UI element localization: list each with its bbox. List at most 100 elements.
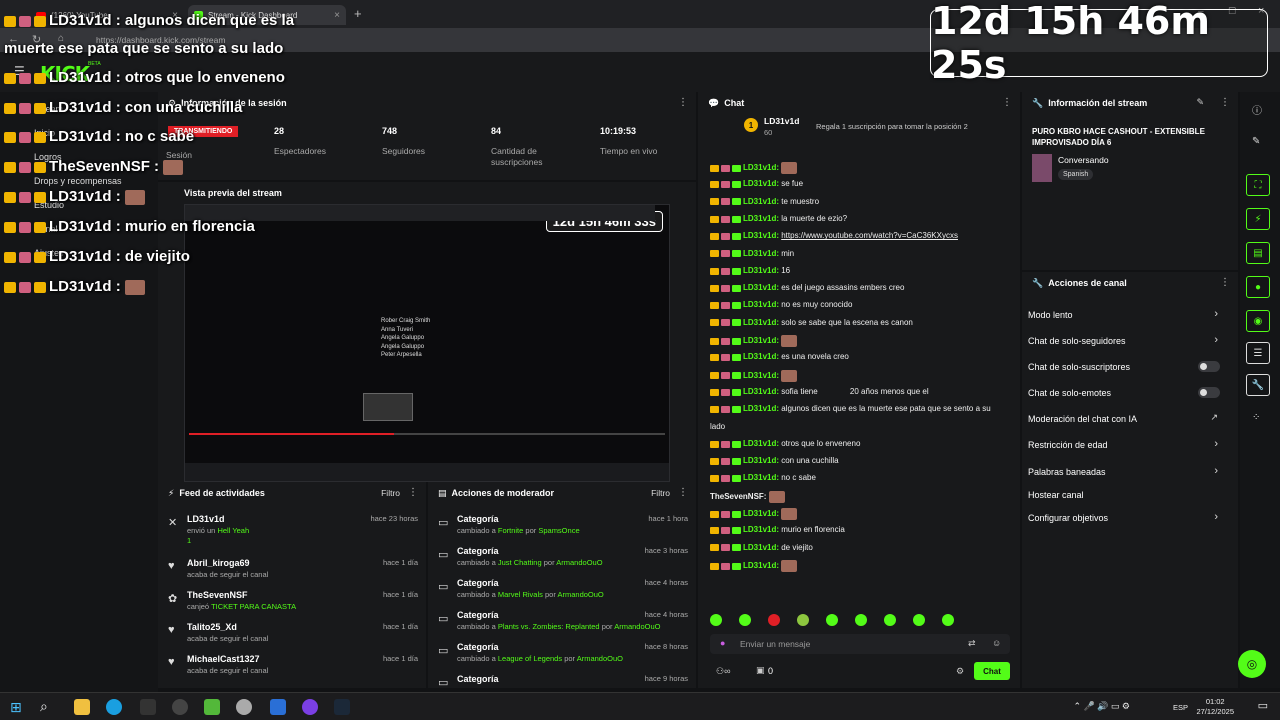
emote-icon[interactable] bbox=[884, 614, 896, 626]
progress-track[interactable] bbox=[189, 433, 665, 435]
emote-icon[interactable] bbox=[710, 614, 722, 626]
emote-icon[interactable] bbox=[913, 614, 925, 626]
system-tray-icons[interactable]: ⌃ 🎤 🔊 ▭ ⚙ bbox=[1073, 701, 1130, 712]
list-icon[interactable]: ☰ bbox=[1246, 342, 1270, 364]
app-icon[interactable] bbox=[302, 699, 318, 715]
kebab-menu-icon[interactable]: ⋮ bbox=[1002, 97, 1012, 108]
edge-icon[interactable] bbox=[106, 699, 122, 715]
chat-username[interactable]: LD31v1d: bbox=[743, 509, 781, 518]
banned-words-row[interactable]: Palabras baneadas › bbox=[1028, 465, 1228, 477]
filter-button[interactable]: Filtro bbox=[651, 488, 670, 498]
feed-user[interactable]: LD31v1d bbox=[187, 514, 225, 524]
app-icon[interactable] bbox=[270, 699, 286, 715]
send-chat-button[interactable]: Chat bbox=[974, 662, 1010, 680]
kebab-menu-icon[interactable]: ⋮ bbox=[678, 97, 688, 108]
app-icon[interactable] bbox=[236, 699, 252, 715]
chat-username[interactable]: LD31v1d: bbox=[743, 439, 781, 448]
edit-icon[interactable]: ✎ bbox=[1196, 97, 1204, 108]
chat-username[interactable]: LD31v1d: bbox=[743, 352, 781, 361]
subs-only-toggle[interactable] bbox=[1198, 361, 1220, 372]
bolt-icon[interactable]: ⚡ bbox=[1246, 208, 1270, 230]
ai-moderation-row[interactable]: Moderación del chat con IA ↗ bbox=[1028, 412, 1228, 424]
kebab-menu-icon[interactable]: ⋮ bbox=[1220, 97, 1230, 108]
app-icon[interactable] bbox=[140, 699, 156, 715]
emote-icon[interactable] bbox=[855, 614, 867, 626]
emote-icon[interactable] bbox=[768, 614, 780, 626]
filter-button[interactable]: Filtro bbox=[381, 488, 400, 498]
chat-username[interactable]: LD31v1d: bbox=[743, 197, 781, 206]
age-restriction-row[interactable]: Restricción de edad › bbox=[1028, 438, 1228, 450]
steam-icon[interactable] bbox=[334, 699, 350, 715]
emotes-only-toggle[interactable] bbox=[1198, 387, 1220, 398]
notification-icon[interactable]: ▭ bbox=[1258, 699, 1268, 712]
app-icon[interactable] bbox=[204, 699, 220, 715]
chat-username[interactable]: LD31v1d: bbox=[743, 300, 781, 309]
chat-username[interactable]: LD31v1d: bbox=[743, 525, 781, 534]
chat-username[interactable]: LD31v1d: bbox=[743, 404, 781, 413]
chat-username[interactable]: LD31v1d: bbox=[743, 456, 781, 465]
feed-user[interactable]: TheSevenNSF bbox=[187, 590, 248, 600]
chat-username[interactable]: LD31v1d: bbox=[743, 266, 781, 275]
chat-input[interactable]: ● Enviar un mensaje ⇄ ☺ bbox=[710, 634, 1010, 654]
gift-sub-text[interactable]: Regala 1 suscripción para tomar la posic… bbox=[816, 122, 968, 131]
slow-mode-row[interactable]: Modo lento › bbox=[1028, 308, 1228, 320]
host-channel-row[interactable]: Hostear canal bbox=[1028, 490, 1228, 500]
info-icon[interactable]: ⓘ bbox=[1252, 102, 1262, 117]
kebab-menu-icon[interactable]: ⋮ bbox=[408, 487, 418, 498]
chat-link[interactable]: https://www.youtube.com/watch?v=CaC36KXy… bbox=[781, 231, 958, 240]
badge-icon bbox=[721, 319, 730, 327]
badge-icon bbox=[732, 337, 741, 345]
settings-icon[interactable]: ⚙ bbox=[956, 666, 964, 677]
chat-username[interactable]: LD31v1d: bbox=[743, 163, 781, 172]
chat-username[interactable]: TheSevenNSF: bbox=[710, 492, 769, 501]
obs-icon[interactable] bbox=[172, 699, 188, 715]
chat-username[interactable]: LD31v1d: bbox=[743, 249, 781, 258]
wrench-icon[interactable]: 🔧 bbox=[1246, 374, 1270, 396]
chat-username[interactable]: LD31v1d: bbox=[743, 543, 781, 552]
feed-user[interactable]: Abril_kiroga69 bbox=[187, 558, 250, 568]
stream-title: PURO KBRO HACE CASHOUT - EXTENSIBLE IMPR… bbox=[1032, 127, 1205, 147]
chat-message: LD31v1d: es del juego assasins embers cr… bbox=[710, 283, 904, 292]
feed-user[interactable]: MichaelCast1327 bbox=[187, 654, 260, 664]
chat-username[interactable]: LD31v1d: bbox=[743, 283, 781, 292]
top-sub-user[interactable]: LD31v1d bbox=[764, 116, 799, 126]
document-icon[interactable]: ▤ bbox=[1246, 242, 1270, 264]
language-indicator[interactable]: ESP bbox=[1173, 703, 1188, 712]
chat-username[interactable]: LD31v1d: bbox=[743, 387, 781, 396]
overlay-text: otros que lo envenenо bbox=[124, 69, 285, 86]
chat-username[interactable]: LD31v1d: bbox=[743, 214, 781, 223]
feed-user[interactable]: Talito25_Xd bbox=[187, 622, 237, 632]
search-icon[interactable]: ⌕ bbox=[40, 698, 48, 715]
badge-icon bbox=[710, 440, 719, 448]
chat-username[interactable]: LD31v1d: bbox=[743, 473, 781, 482]
user-badges bbox=[710, 543, 743, 552]
kebab-menu-icon[interactable]: ⋮ bbox=[1220, 277, 1230, 288]
emote-icon[interactable] bbox=[826, 614, 838, 626]
kebab-menu-icon[interactable]: ⋮ bbox=[678, 487, 688, 498]
translate-icon[interactable]: ⇄ bbox=[968, 638, 976, 649]
followers-only-row[interactable]: Chat de solo-seguidores › bbox=[1028, 334, 1228, 346]
clock[interactable]: 01:02 27/12/2025 bbox=[1196, 697, 1234, 717]
broadcast-icon[interactable]: ◉ bbox=[1246, 310, 1270, 332]
pencil-icon[interactable]: ✎ bbox=[1252, 136, 1260, 147]
badge-icon bbox=[710, 181, 719, 189]
chat-username[interactable]: LD31v1d: bbox=[743, 318, 781, 327]
help-chat-icon[interactable]: ◎ bbox=[1238, 650, 1266, 678]
configure-goals-row[interactable]: Configurar objetivos › bbox=[1028, 511, 1228, 523]
file-explorer-icon[interactable] bbox=[74, 699, 90, 715]
emote-icon[interactable] bbox=[739, 614, 751, 626]
chat-username[interactable]: LD31v1d: bbox=[743, 231, 781, 240]
windows-start-icon[interactable]: ⊞ bbox=[10, 699, 22, 716]
emoji-icon[interactable]: ☺ bbox=[992, 638, 1001, 648]
chat-username[interactable]: LD31v1d: bbox=[743, 336, 781, 345]
stream-category[interactable]: Conversando bbox=[1058, 155, 1109, 165]
chat-icon[interactable]: ● bbox=[1246, 276, 1270, 298]
fullscreen-icon[interactable]: ⛶ bbox=[1246, 174, 1270, 196]
chat-username[interactable]: LD31v1d: bbox=[743, 179, 781, 188]
chat-username[interactable]: LD31v1d: bbox=[743, 561, 781, 570]
emote-icon[interactable] bbox=[942, 614, 954, 626]
apps-icon[interactable]: ⁘ bbox=[1252, 412, 1260, 423]
chat-username[interactable]: LD31v1d: bbox=[743, 371, 781, 380]
emote-icon[interactable] bbox=[797, 614, 809, 626]
mod-tools-icon[interactable]: ⚇∞ bbox=[716, 666, 730, 677]
